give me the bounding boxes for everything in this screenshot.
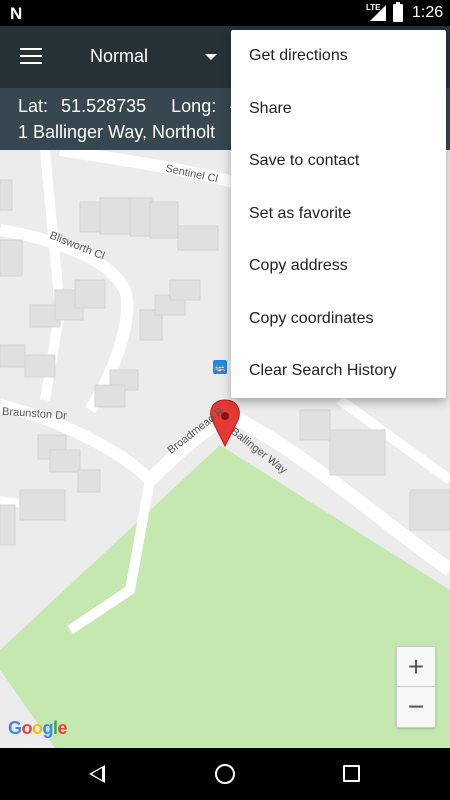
status-bar: N LTE 1:26 xyxy=(0,0,450,26)
back-icon[interactable] xyxy=(89,765,105,783)
hamburger-menu-icon[interactable] xyxy=(20,48,42,64)
menu-item-copy-address[interactable]: Copy address xyxy=(231,240,446,293)
menu-item-clear-search-history[interactable]: Clear Search History xyxy=(231,345,446,398)
map-type-dropdown[interactable]: Normal xyxy=(90,46,148,67)
menu-item-save-to-contact[interactable]: Save to contact xyxy=(231,135,446,188)
system-nav-bar xyxy=(0,748,450,800)
recent-apps-icon[interactable] xyxy=(343,765,360,782)
battery-icon xyxy=(393,2,403,22)
dropdown-arrow-icon[interactable] xyxy=(205,54,217,60)
address-text: 1 Ballinger Way, Northolt xyxy=(18,122,216,142)
menu-item-get-directions[interactable]: Get directions xyxy=(231,30,446,83)
long-label: Long: xyxy=(171,96,217,116)
google-logo: Google xyxy=(8,718,68,738)
overflow-menu: Get directions Share Save to contact Set… xyxy=(231,30,446,398)
park-area xyxy=(0,445,450,748)
zoom-out-button[interactable]: − xyxy=(397,687,435,727)
lat-value: 51.528735 xyxy=(61,96,147,116)
signal-icon xyxy=(370,5,386,21)
road-sentinel xyxy=(59,150,262,196)
menu-item-set-as-favorite[interactable]: Set as favorite xyxy=(231,188,446,241)
coordinates-line: Lat: 51.528735 Long: - xyxy=(18,96,235,117)
notification-icon: N xyxy=(10,4,23,23)
lat-label: Lat: xyxy=(18,96,49,116)
menu-item-copy-coordinates[interactable]: Copy coordinates xyxy=(231,293,446,346)
menu-item-share[interactable]: Share xyxy=(231,83,446,136)
bus-stop-icon[interactable]: 🚌 xyxy=(213,360,227,374)
zoom-in-button[interactable]: + xyxy=(397,647,435,687)
status-time: 1:26 xyxy=(412,4,444,21)
zoom-controls: + − xyxy=(396,646,436,728)
home-icon[interactable] xyxy=(215,764,235,784)
